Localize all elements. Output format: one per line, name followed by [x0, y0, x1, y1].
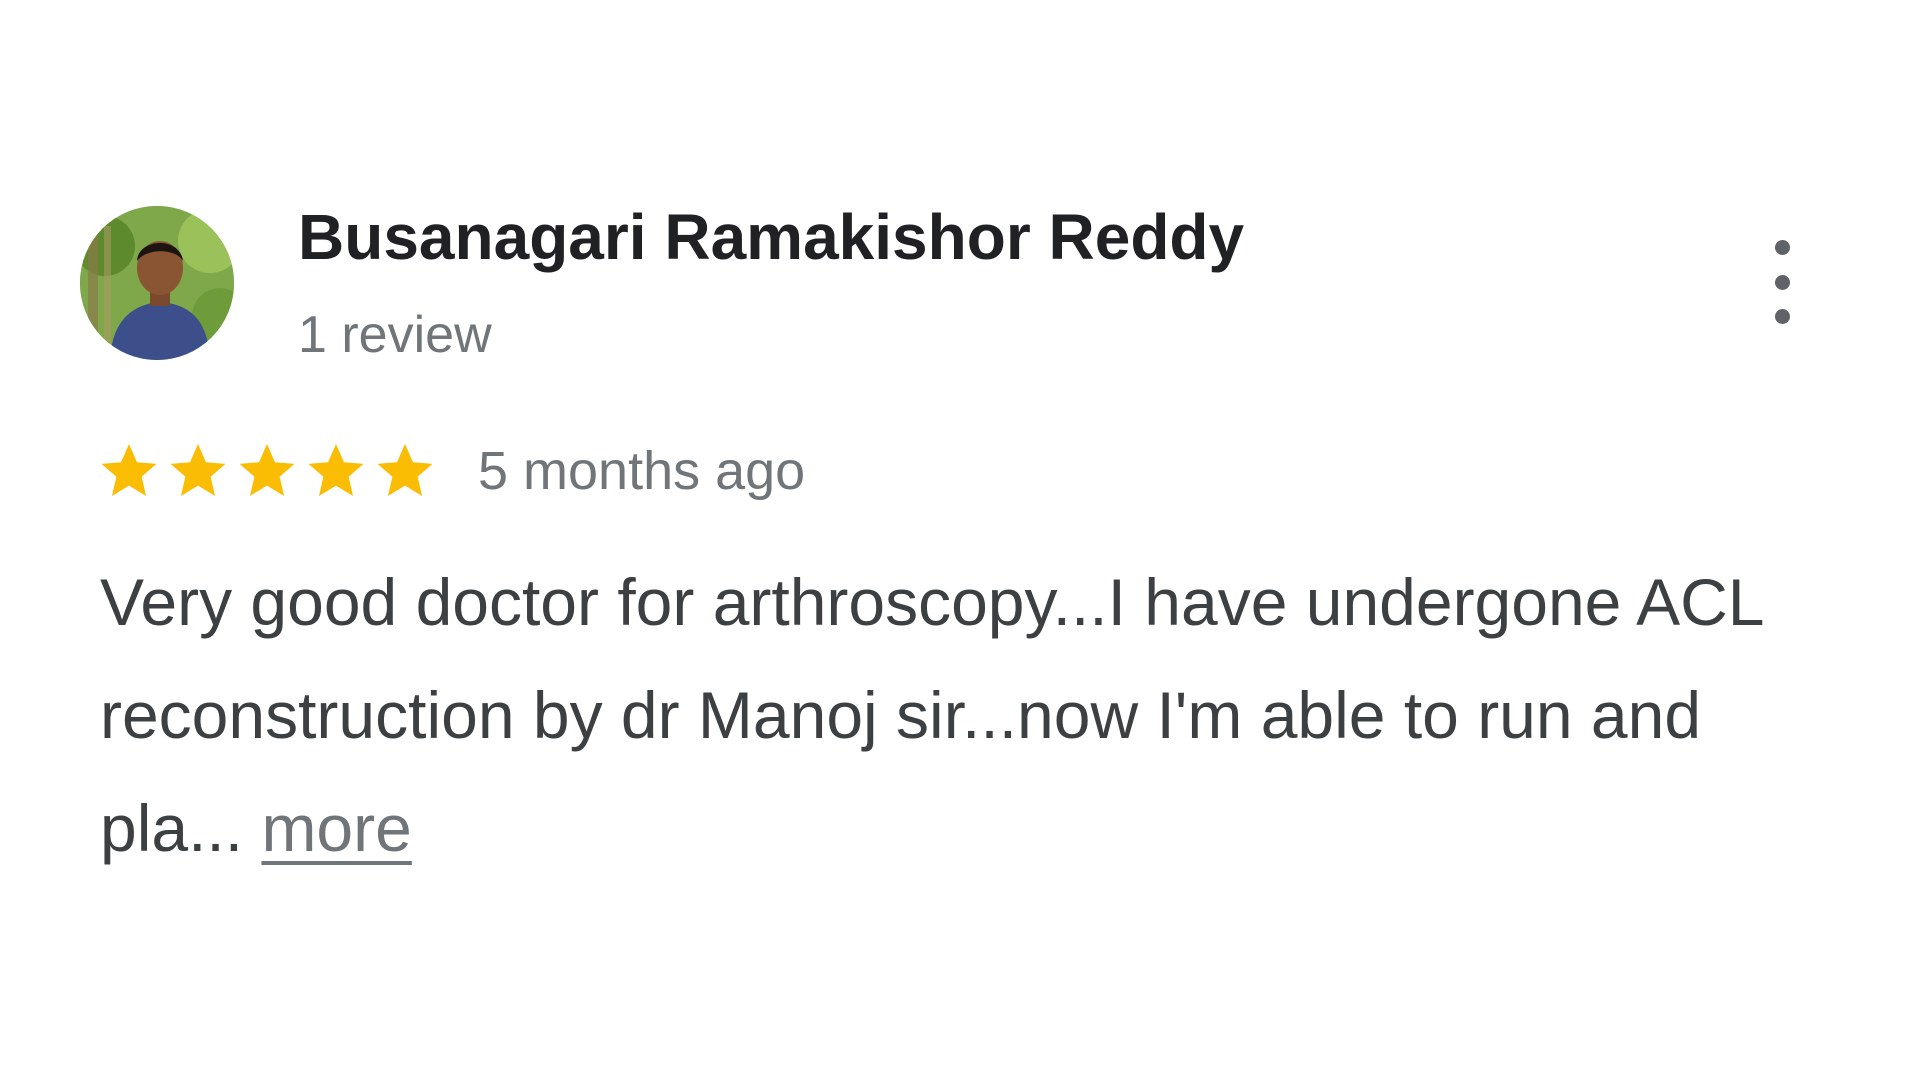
- review-count[interactable]: 1 review: [298, 305, 492, 365]
- review-text: Very good doctor for arthroscopy...I hav…: [100, 546, 1820, 885]
- rating-row: 5 months ago: [96, 436, 805, 506]
- star-icon: [377, 444, 433, 497]
- avatar[interactable]: [80, 206, 234, 360]
- more-vert-icon[interactable]: [1756, 240, 1808, 324]
- menu-dot: [1774, 274, 1790, 290]
- menu-dot: [1774, 309, 1790, 324]
- avatar-image: [80, 206, 234, 360]
- review-card: Busanagari Ramakishor Reddy 1 review 5 m…: [0, 0, 1920, 1080]
- reviewer-name[interactable]: Busanagari Ramakishor Reddy: [298, 200, 1244, 274]
- star-icon: [239, 444, 295, 497]
- review-time: 5 months ago: [478, 441, 806, 501]
- star-icon: [101, 444, 157, 497]
- star-icon: [170, 444, 226, 497]
- star-icon: [308, 444, 364, 497]
- menu-dot: [1774, 240, 1790, 255]
- star-rating: [96, 438, 438, 504]
- more-link[interactable]: more: [261, 791, 411, 865]
